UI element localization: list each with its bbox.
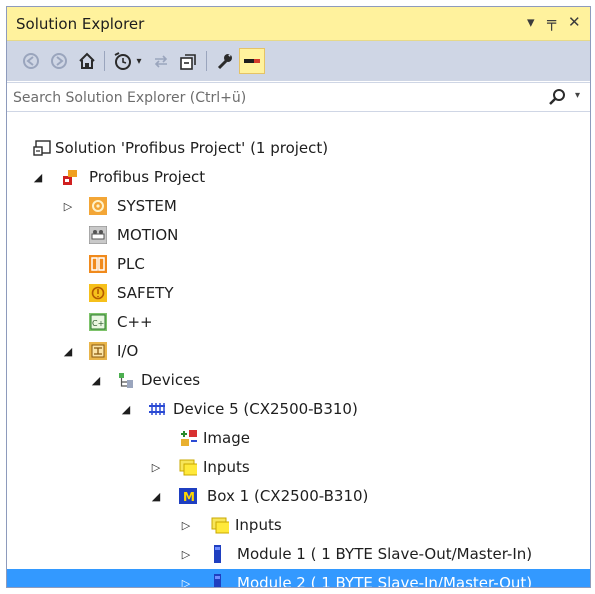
preview-toggle-button[interactable]	[239, 48, 265, 74]
collapsed-arrow-icon[interactable]: ▷	[179, 517, 193, 533]
search-input[interactable]	[11, 87, 535, 109]
module-icon	[214, 545, 221, 563]
expanded-arrow-icon[interactable]: ◢	[149, 488, 163, 504]
filter-dropdown[interactable]: ▾	[133, 49, 145, 73]
tree-node-label: Profibus Project	[89, 168, 206, 186]
project-icon	[63, 170, 77, 185]
tree-node-label: Module 1 ( 1 BYTE Slave-Out/Master-In)	[237, 545, 533, 563]
image-icon	[181, 430, 197, 446]
solution-explorer-panel: Solution Explorer ▾ ╤ ✕ ▾ Search Solutio…	[6, 6, 591, 588]
tree-node-label: Module 2 ( 1 BYTE Slave-In/Master-Out)	[237, 574, 533, 588]
sync-button[interactable]	[149, 49, 173, 73]
profibus-device-icon	[149, 403, 165, 415]
solution-icon	[33, 140, 51, 156]
tree-node-devices[interactable]: ◢ Devices	[7, 366, 590, 395]
inputs-folder-icon	[179, 459, 197, 476]
tree-node-motion[interactable]: MOTION	[7, 221, 590, 250]
collapsed-arrow-icon[interactable]: ▷	[179, 575, 193, 588]
tree-node-safety[interactable]: SAFETY	[7, 279, 590, 308]
inputs-folder-icon	[211, 517, 229, 534]
tree-node-cpp[interactable]: C+ C++	[7, 308, 590, 337]
collapsed-arrow-icon[interactable]: ▷	[149, 459, 163, 475]
collapsed-arrow-icon[interactable]: ▷	[61, 198, 75, 214]
collapse-all-icon	[180, 54, 196, 70]
panel-titlebar: Solution Explorer ▾ ╤ ✕	[7, 7, 590, 41]
motion-icon	[89, 226, 107, 244]
tree-node-plc[interactable]: PLC	[7, 250, 590, 279]
search-icon[interactable]	[548, 88, 566, 106]
wrench-icon	[217, 54, 232, 70]
tree-node-inputs-box[interactable]: ▷ Inputs	[7, 511, 590, 540]
tree-node-label: MOTION	[117, 226, 179, 244]
tree-node-box1[interactable]: ◢ M Box 1 (CX2500-B310)	[7, 482, 590, 511]
back-icon	[23, 53, 39, 69]
collapsed-arrow-icon[interactable]: ▷	[179, 546, 193, 562]
tree-node-image[interactable]: Image	[7, 424, 590, 453]
safety-icon	[89, 284, 107, 302]
tree-node-label: Inputs	[235, 516, 282, 534]
expanded-arrow-icon[interactable]: ◢	[119, 401, 133, 417]
tree-node-project[interactable]: ◢ Profibus Project	[7, 163, 590, 192]
panel-title: Solution Explorer	[16, 15, 145, 33]
tree-node-label: C++	[117, 313, 153, 331]
tree-node-label: SYSTEM	[117, 197, 177, 215]
tree-node-label: PLC	[117, 255, 145, 273]
dropdown-arrow-icon[interactable]: ▾	[527, 13, 535, 31]
tree-node-module2[interactable]: ▷ Module 2 ( 1 BYTE Slave-In/Master-Out)	[7, 569, 590, 588]
search-options-chevron-icon[interactable]: ▾	[575, 90, 580, 101]
expanded-arrow-icon[interactable]: ◢	[61, 343, 75, 359]
back-button[interactable]	[19, 49, 43, 73]
home-button[interactable]	[75, 49, 99, 73]
tree-node-label: Inputs	[203, 458, 250, 476]
cpp-icon: C+	[89, 313, 107, 331]
tree-node-solution[interactable]: Solution 'Profibus Project' (1 project)	[7, 134, 590, 163]
tree-node-label: Solution 'Profibus Project' (1 project)	[55, 139, 329, 157]
tree-node-label: I/O	[117, 342, 139, 360]
box-module-icon: M	[179, 488, 197, 504]
tree-node-label: SAFETY	[117, 284, 174, 302]
devices-tree-icon	[119, 373, 133, 388]
properties-button[interactable]	[213, 49, 237, 73]
tree-node-label: Image	[203, 429, 250, 447]
system-gear-icon	[89, 197, 107, 215]
tree-node-system[interactable]: ▷ SYSTEM	[7, 192, 590, 221]
tree-node-inputs-device[interactable]: ▷ Inputs	[7, 453, 590, 482]
expanded-arrow-icon[interactable]: ◢	[89, 372, 103, 388]
collapse-all-button[interactable]	[177, 49, 201, 73]
toolbar-separator	[104, 51, 105, 71]
module-icon	[214, 574, 221, 587]
chevron-down-icon: ▾	[136, 55, 142, 67]
svg-text:C+: C+	[92, 319, 104, 328]
pin-icon[interactable]: ╤	[547, 13, 556, 31]
tree-node-label: Device 5 (CX2500-B310)	[173, 400, 358, 418]
forward-button[interactable]	[47, 49, 71, 73]
expanded-arrow-icon[interactable]: ◢	[31, 169, 45, 185]
home-icon	[79, 52, 95, 69]
pending-changes-filter-button[interactable]	[111, 49, 135, 73]
tree-node-label: Box 1 (CX2500-B310)	[207, 487, 369, 505]
preview-icon	[244, 59, 260, 63]
svg-text:M: M	[183, 490, 195, 504]
clock-filter-icon	[114, 52, 131, 70]
tree-node-label: Devices	[141, 371, 201, 389]
sync-icon	[154, 55, 168, 68]
plc-icon	[89, 255, 107, 273]
forward-icon	[51, 53, 67, 69]
toolbar: ▾	[7, 41, 590, 81]
tree-node-io[interactable]: ◢ I/O	[7, 337, 590, 366]
search-bar: ▾	[7, 82, 590, 112]
toolbar-separator	[206, 51, 207, 71]
tree-node-device5[interactable]: ◢ Device 5 (CX2500-B310)	[7, 395, 590, 424]
io-icon	[89, 342, 107, 360]
tree-node-module1[interactable]: ▷ Module 1 ( 1 BYTE Slave-Out/Master-In)	[7, 540, 590, 569]
close-icon[interactable]: ✕	[568, 13, 581, 31]
